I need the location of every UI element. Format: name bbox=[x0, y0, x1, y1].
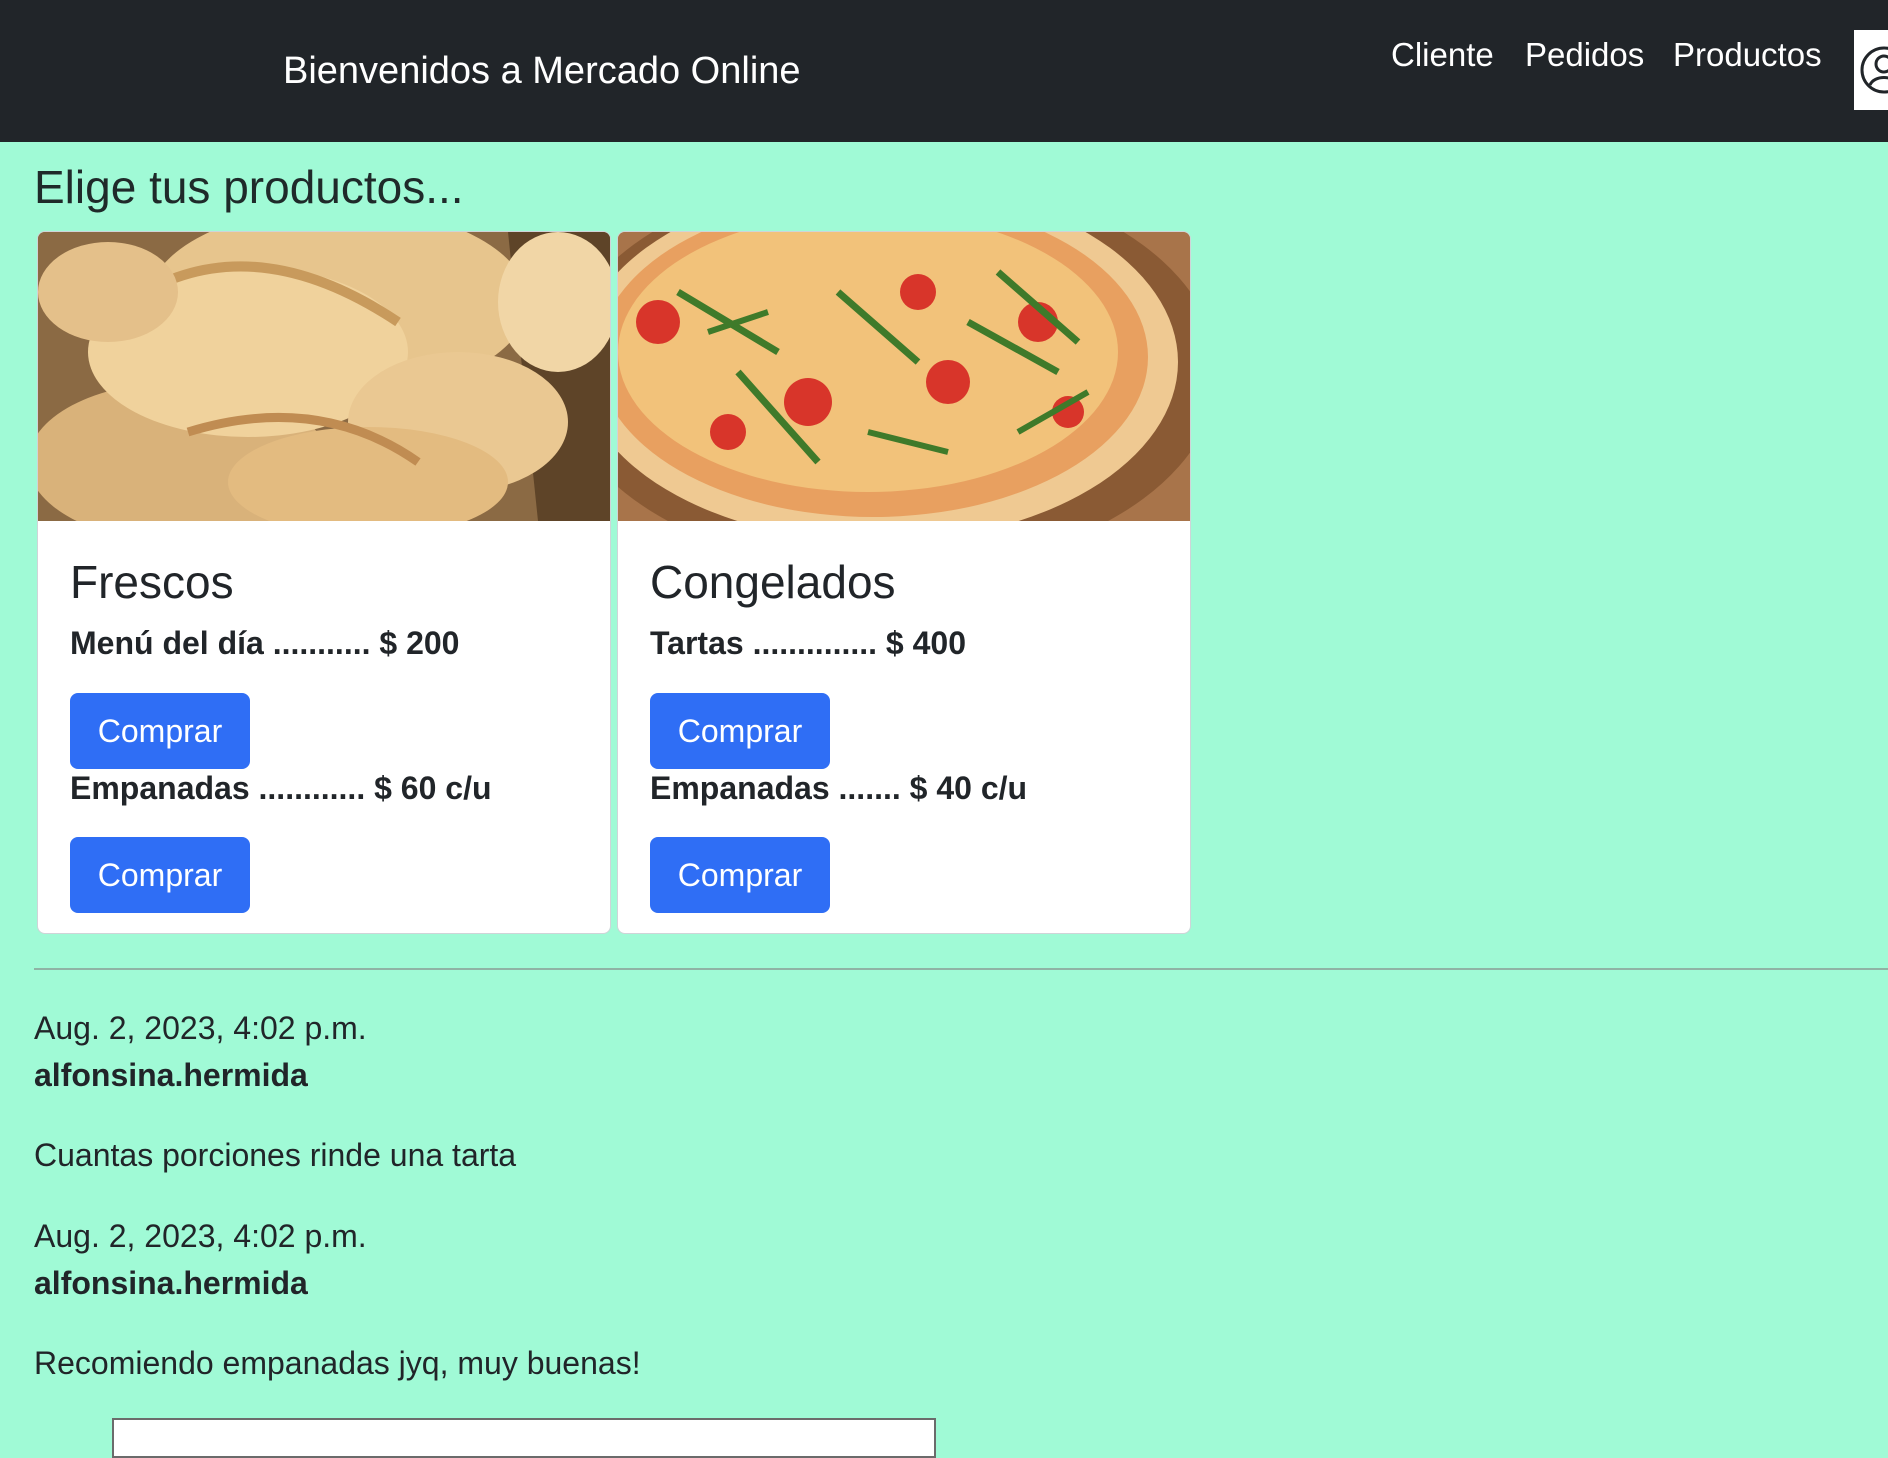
product-item-label: Empanadas ....... $ 40 c/u bbox=[650, 770, 1028, 806]
comment-text: Cuantas porciones rinde una tarta bbox=[34, 1137, 517, 1173]
comprar-button[interactable]: Comprar bbox=[650, 693, 830, 769]
empanadas-photo bbox=[38, 232, 610, 521]
card-title: Congelados bbox=[650, 556, 896, 608]
comment-user: alfonsina.hermida bbox=[34, 1265, 308, 1301]
product-card-frescos: Frescos Menú del día ........... $ 200 C… bbox=[37, 231, 611, 934]
pizza-photo bbox=[618, 232, 1190, 521]
product-item-label: Menú del día ........... $ 200 bbox=[70, 625, 460, 661]
page-title: Elige tus productos... bbox=[34, 161, 464, 213]
comment-user: alfonsina.hermida bbox=[34, 1057, 308, 1093]
divider bbox=[34, 968, 1888, 970]
product-item-label: Tartas .............. $ 400 bbox=[650, 625, 966, 661]
avatar[interactable] bbox=[1854, 30, 1888, 110]
comment-input[interactable] bbox=[112, 1418, 936, 1458]
comment-date: Aug. 2, 2023, 4:02 p.m. bbox=[34, 1010, 367, 1046]
product-item-label: Empanadas ............ $ 60 c/u bbox=[70, 770, 492, 806]
card-title: Frescos bbox=[70, 556, 234, 608]
brand-title[interactable]: Bienvenidos a Mercado Online bbox=[283, 48, 801, 94]
nav-link-cliente[interactable]: Cliente bbox=[1391, 34, 1494, 76]
comment-date: Aug. 2, 2023, 4:02 p.m. bbox=[34, 1218, 367, 1254]
product-card-congelados: Congelados Tartas .............. $ 400 C… bbox=[617, 231, 1191, 934]
nav-link-pedidos[interactable]: Pedidos bbox=[1525, 34, 1644, 76]
comprar-button[interactable]: Comprar bbox=[70, 693, 250, 769]
comment-text: Recomiendo empanadas jyq, muy buenas! bbox=[34, 1345, 641, 1381]
comprar-button[interactable]: Comprar bbox=[650, 837, 830, 913]
user-circle-icon bbox=[1860, 46, 1888, 94]
top-navbar: Bienvenidos a Mercado Online Cliente Ped… bbox=[0, 0, 1888, 142]
comprar-button[interactable]: Comprar bbox=[70, 837, 250, 913]
nav-link-productos[interactable]: Productos bbox=[1673, 34, 1822, 76]
